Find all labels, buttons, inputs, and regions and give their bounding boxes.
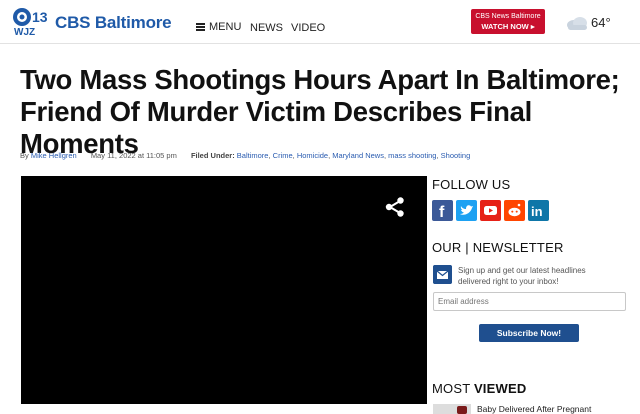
twitter-icon[interactable] bbox=[456, 200, 477, 221]
social-links: f in bbox=[432, 200, 549, 221]
temperature[interactable]: 64° bbox=[591, 15, 611, 30]
nav-news-link[interactable]: NEWS bbox=[250, 22, 283, 34]
video-player[interactable] bbox=[21, 176, 427, 404]
tag-link[interactable]: Shooting bbox=[441, 151, 471, 160]
filed-under-label: Filed Under: bbox=[190, 151, 235, 160]
author-link[interactable]: Mike Hellgren bbox=[31, 151, 77, 160]
svg-text:WJZ: WJZ bbox=[14, 27, 35, 37]
article-headline: Two Mass Shootings Hours Apart In Baltim… bbox=[20, 64, 620, 159]
article-meta: By Mike Hellgren May 11, 2022 at 11:05 p… bbox=[20, 151, 471, 160]
byline-prefix: By bbox=[20, 151, 29, 160]
tag-link[interactable]: Homicide bbox=[297, 151, 328, 160]
follow-us-title: FOLLOW US bbox=[432, 177, 511, 192]
share-icon[interactable] bbox=[384, 196, 406, 218]
youtube-icon[interactable] bbox=[480, 200, 501, 221]
most-viewed-item[interactable]: Baby Delivered After Pregnant bbox=[477, 404, 591, 414]
mail-icon bbox=[433, 265, 452, 284]
nav-video-link[interactable]: VIDEO bbox=[291, 22, 325, 34]
site-header: 13 WJZ CBS Baltimore MENU NEWS VIDEO CBS… bbox=[0, 0, 640, 44]
watch-now-button[interactable]: CBS News Baltimore WATCH NOW ▸ bbox=[471, 9, 545, 34]
email-field[interactable] bbox=[433, 292, 626, 311]
linkedin-icon[interactable]: in bbox=[528, 200, 549, 221]
watch-now-station: CBS News Baltimore bbox=[475, 13, 541, 20]
most-viewed-prefix: MOST bbox=[432, 381, 471, 396]
svg-text:in: in bbox=[531, 204, 543, 219]
watch-now-label: WATCH NOW ▸ bbox=[481, 22, 535, 31]
subscribe-button[interactable]: Subscribe Now! bbox=[479, 324, 579, 342]
wjz-13-logo[interactable]: 13 WJZ bbox=[12, 7, 52, 37]
cloud-icon[interactable] bbox=[565, 16, 589, 30]
most-viewed-thumbnail[interactable] bbox=[433, 404, 471, 414]
reddit-icon[interactable] bbox=[504, 200, 525, 221]
tag-link[interactable]: mass shooting bbox=[388, 151, 436, 160]
newsletter-title: OUR | NEWSLETTER bbox=[432, 240, 564, 255]
menu-label: MENU bbox=[209, 21, 242, 33]
brand-name[interactable]: CBS Baltimore bbox=[55, 13, 172, 33]
tag-link[interactable]: Crime bbox=[273, 151, 293, 160]
hamburger-icon bbox=[196, 23, 205, 31]
menu-button[interactable]: MENU bbox=[196, 21, 241, 33]
publish-date: May 11, 2022 at 11:05 pm bbox=[90, 151, 177, 160]
svg-text:13: 13 bbox=[32, 9, 48, 25]
tag-link[interactable]: Baltimore bbox=[237, 151, 269, 160]
tag-link[interactable]: Maryland News bbox=[332, 151, 384, 160]
facebook-icon[interactable]: f bbox=[432, 200, 453, 221]
svg-text:f: f bbox=[439, 204, 445, 221]
most-viewed-title: MOST VIEWED bbox=[432, 381, 526, 396]
most-viewed-bold: VIEWED bbox=[473, 381, 527, 396]
newsletter-description: Sign up and get our latest headlines del… bbox=[458, 266, 586, 286]
